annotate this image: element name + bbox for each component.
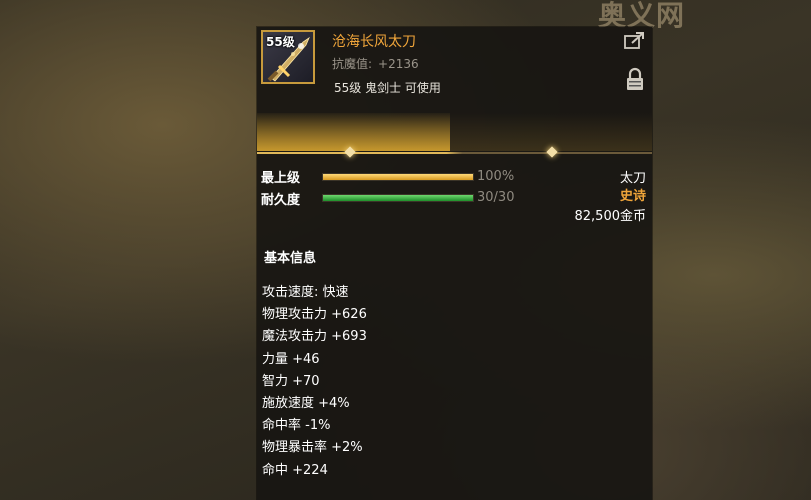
anti-magic-value: +2136 xyxy=(378,57,419,71)
item-name: 沧海长风太刀 xyxy=(332,34,416,50)
upgrade-bar-fill xyxy=(323,174,473,180)
item-requirement: 55级 鬼剑士 可使用 xyxy=(334,81,441,95)
upgrade-bar xyxy=(322,173,474,181)
attribute-item: 命中率 -1% xyxy=(262,418,331,434)
attribute-item: 力量 +46 xyxy=(262,351,320,367)
weapon-type: 太刀 xyxy=(619,171,646,186)
attribute-item: 施放速度 +4% xyxy=(262,395,350,411)
basic-info-title: 基本信息 xyxy=(264,251,317,266)
sell-price: 82,500金币 xyxy=(574,209,647,224)
attribute-item: 物理暴击率 +2% xyxy=(262,440,363,456)
upgrade-label: 最上级 xyxy=(261,171,301,186)
anti-magic-stat: 抗魔值: +2136 xyxy=(332,55,419,72)
attribute-item: 物理攻击力 +626 xyxy=(262,307,367,323)
attribute-item: 攻击速度: 快速 xyxy=(262,285,349,300)
attribute-list: 攻击速度: 快速 物理攻击力 +626 魔法攻击力 +693 力量 +46 智力… xyxy=(262,283,367,483)
item-tooltip-panel: 55级 沧海长风太刀 抗魔值: +2136 55级 鬼剑士 可使用 最上级 100… xyxy=(257,27,652,500)
share-icon[interactable] xyxy=(624,32,644,50)
durability-label: 耐久度 xyxy=(261,193,301,208)
durability-bar xyxy=(322,194,474,202)
item-level-badge: 55级 xyxy=(266,35,295,49)
lock-icon[interactable] xyxy=(626,67,644,91)
reinforce-glow-fill xyxy=(257,113,450,151)
anti-magic-label: 抗魔值: xyxy=(332,57,373,71)
durability-bar-fill xyxy=(323,195,473,201)
durability-value: 30/30 xyxy=(477,190,515,205)
attribute-item: 魔法攻击力 +693 xyxy=(262,329,367,345)
attribute-item: 智力 +70 xyxy=(262,373,320,389)
attribute-item: 命中 +224 xyxy=(262,462,328,478)
rarity-label: 史诗 xyxy=(619,189,646,204)
reinforce-divider xyxy=(257,152,652,154)
upgrade-value: 100% xyxy=(477,169,515,184)
katana-weapon-icon[interactable]: 55级 xyxy=(261,30,315,84)
